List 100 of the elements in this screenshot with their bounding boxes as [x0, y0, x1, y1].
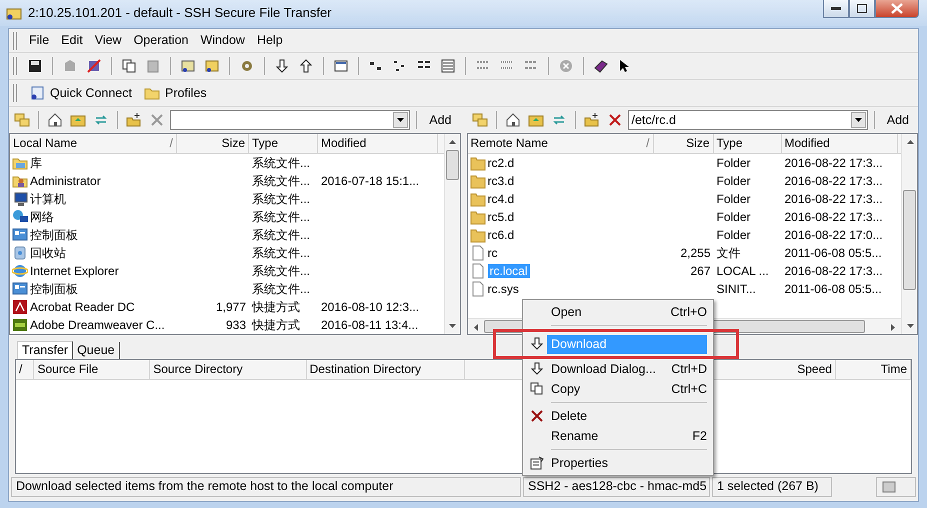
selection-info: 1 selected (267 B)	[712, 477, 832, 497]
file-name: Adobe Dreamweaver C...	[30, 318, 165, 332]
file-type: SINIT...	[716, 282, 756, 296]
column-header[interactable]: /	[16, 360, 34, 379]
sort-indicator: /	[170, 136, 173, 151]
file-name: Acrobat Reader DC	[30, 300, 135, 314]
file-name: rc2.d	[488, 156, 514, 170]
file-name: rc.sys	[488, 282, 519, 296]
column-header[interactable]: Type	[249, 134, 318, 153]
file-name: rc.local	[488, 264, 530, 278]
file-row[interactable]: rc3.d Folder 2016-08-22 17:3...	[468, 172, 901, 190]
file-type: 系统文件...	[252, 228, 310, 242]
file-modified: 2016-08-22 17:3...	[784, 156, 883, 170]
file-row[interactable]: 控制面板 系统文件...	[10, 226, 444, 244]
connection-info: SSH2 - aes128-cbc - hmac-md5	[523, 477, 710, 497]
file-row[interactable]: 回收站 系统文件...	[10, 244, 444, 262]
file-name: 计算机	[30, 192, 66, 206]
file-name: 控制面板	[30, 228, 78, 242]
menu-item[interactable]: Help	[252, 32, 287, 49]
file-row[interactable]: 控制面板 系统文件...	[10, 280, 444, 298]
column-header[interactable]: Source Directory	[150, 360, 307, 379]
toolbar-button[interactable]: Quick Connect	[25, 83, 136, 103]
file-size: 933	[226, 318, 246, 332]
file-type: 系统文件...	[252, 156, 310, 170]
file-row[interactable]: rc4.d Folder 2016-08-22 17:3...	[468, 190, 901, 208]
file-row[interactable]: rc.local 267 LOCAL ... 2016-08-22 17:3...	[468, 262, 901, 280]
file-row[interactable]: Acrobat Reader DC 1,977 快捷方式 2016-08-10 12:3...	[10, 298, 444, 316]
menu-item[interactable]: Properties	[523, 453, 713, 473]
column-header[interactable]: Remote Name /	[468, 134, 654, 153]
add-button[interactable]: Add	[880, 112, 915, 128]
menu-item[interactable]: Copy Ctrl+C	[523, 379, 713, 399]
file-type: 系统文件...	[252, 246, 310, 260]
window-title: 2:10.25.101.201 - default - SSH Secure File Transfer	[28, 5, 332, 21]
file-type: 系统文件...	[252, 264, 310, 278]
menu-item[interactable]: View	[90, 32, 126, 49]
file-modified: 2016-08-10 12:3...	[321, 300, 420, 314]
column-header[interactable]: Size	[177, 134, 249, 153]
file-modified: 2011-06-08 05:5...	[784, 282, 882, 296]
file-type: 文件	[716, 246, 740, 260]
file-row[interactable]: Administrator 系统文件... 2016-07-18 15:1...	[10, 172, 444, 190]
file-modified: 2011-06-08 05:5...	[784, 246, 882, 260]
file-type: 系统文件...	[252, 192, 310, 206]
tab[interactable]: Transfer	[17, 341, 74, 359]
file-name: rc	[488, 246, 498, 260]
file-row[interactable]: rc2.d Folder 2016-08-22 17:3...	[468, 154, 901, 172]
toolbar-button[interactable]: Profiles	[140, 83, 211, 103]
menu-item[interactable]: Operation	[130, 32, 192, 49]
file-type: 系统文件...	[252, 174, 310, 188]
menu-item[interactable]: Edit	[57, 32, 87, 49]
file-type: 快捷方式	[252, 318, 300, 332]
file-name: Internet Explorer	[30, 264, 119, 278]
file-type: 系统文件...	[252, 282, 310, 296]
file-row[interactable]: 计算机 系统文件...	[10, 190, 444, 208]
file-type: Folder	[716, 192, 751, 206]
column-header[interactable]: Type	[714, 134, 782, 153]
file-modified: 2016-08-22 17:0...	[784, 228, 883, 242]
file-type: Folder	[716, 174, 751, 188]
menu-item[interactable]: Rename F2	[523, 426, 713, 446]
file-row[interactable]: rc5.d Folder 2016-08-22 17:3...	[468, 208, 901, 226]
column-header[interactable]: Size	[654, 134, 714, 153]
file-name: 库	[30, 156, 42, 170]
column-header[interactable]: Destination Directory	[306, 360, 465, 379]
file-row[interactable]: Internet Explorer 系统文件...	[10, 262, 444, 280]
file-name: rc3.d	[488, 174, 514, 188]
file-row[interactable]: 库 系统文件...	[10, 154, 444, 172]
menu-item[interactable]: File	[25, 32, 54, 49]
file-modified: 2016-08-22 17:3...	[784, 192, 883, 206]
sort-indicator: /	[646, 136, 650, 151]
file-type: 系统文件...	[252, 210, 310, 224]
column-header[interactable]: Time	[836, 360, 911, 379]
add-button[interactable]: Add	[423, 112, 458, 128]
column-header[interactable]: Source File	[34, 360, 150, 379]
file-type: 快捷方式	[252, 300, 300, 314]
file-size: 1,977	[216, 300, 246, 314]
file-modified: 2016-08-22 17:3...	[784, 264, 883, 278]
file-type: Folder	[716, 210, 751, 224]
file-name: 控制面板	[30, 282, 78, 296]
file-row[interactable]: rc6.d Folder 2016-08-22 17:0...	[468, 226, 901, 244]
column-header[interactable]: Local Name /	[10, 134, 177, 153]
file-modified: 2016-08-22 17:3...	[784, 174, 883, 188]
column-header[interactable]: Modified	[318, 134, 438, 153]
file-type: LOCAL ...	[716, 264, 769, 278]
file-name: 网络	[30, 210, 54, 224]
file-name: rc4.d	[488, 192, 514, 206]
file-row[interactable]: 网络 系统文件...	[10, 208, 444, 226]
file-name: rc6.d	[488, 228, 514, 242]
column-header[interactable]: Modified	[782, 134, 898, 153]
file-row[interactable]: Adobe Dreamweaver C... 933 快捷方式 2016-08-11 13:4...	[10, 316, 444, 334]
file-row[interactable]: rc 2,255 文件 2011-06-08 05:5...	[468, 244, 901, 262]
file-modified: 2016-08-11 13:4...	[321, 318, 418, 332]
status-message: Download selected items from the remote host to the local computer	[11, 477, 521, 497]
file-size: 2,255	[680, 246, 710, 260]
file-name: rc5.d	[488, 210, 514, 224]
file-row[interactable]: rc.sys SINIT... 2011-06-08 05:5...	[468, 280, 901, 298]
menu-item[interactable]: Delete	[523, 406, 713, 426]
menu-item[interactable]: Window	[196, 32, 249, 49]
file-type: Folder	[716, 228, 751, 242]
menu-item[interactable]: Open Ctrl+O	[523, 302, 713, 322]
path-field[interactable]: /etc/rc.d	[628, 110, 868, 130]
file-modified: 2016-07-18 15:1...	[321, 174, 420, 188]
